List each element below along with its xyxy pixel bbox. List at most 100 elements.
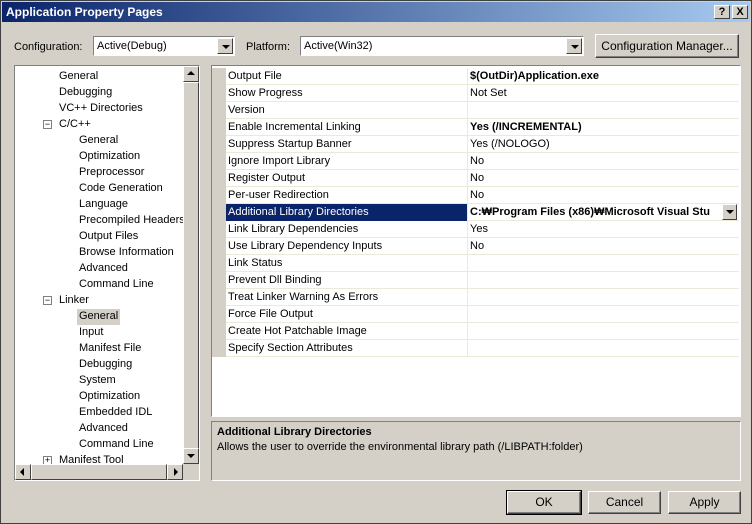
row-gutter	[212, 136, 226, 153]
chevron-down-icon	[187, 454, 195, 458]
property-row[interactable]: Treat Linker Warning As Errors	[212, 289, 739, 306]
scroll-up-button[interactable]	[183, 66, 199, 82]
tree-vertical-scrollbar[interactable]	[183, 66, 199, 464]
tree-item[interactable]: Code Generation	[77, 181, 165, 197]
property-value[interactable]: $(OutDir)Application.exe	[470, 70, 735, 82]
property-value[interactable]: No	[470, 172, 735, 184]
property-row[interactable]: Version	[212, 102, 739, 119]
tree-item[interactable]: Linker	[57, 293, 91, 309]
scroll-left-button[interactable]	[15, 464, 31, 480]
ok-button[interactable]: OK	[506, 490, 582, 515]
property-grid[interactable]: Output File $(OutDir)Application.exe Show …	[211, 65, 741, 417]
property-value[interactable]: No	[470, 189, 735, 201]
property-row[interactable]: Link Library Dependencies Yes	[212, 221, 739, 238]
tree-item[interactable]: General	[77, 309, 121, 325]
configuration-manager-button[interactable]: Configuration Manager...	[595, 34, 739, 58]
tree-item[interactable]: Debugging	[57, 85, 114, 101]
chevron-left-icon	[20, 468, 24, 476]
platform-dropdown[interactable]: Active(Win32)	[300, 36, 584, 56]
property-row[interactable]: Show Progress Not Set	[212, 85, 739, 102]
help-button[interactable]: ?	[714, 5, 730, 19]
cancel-button[interactable]: Cancel	[588, 491, 661, 514]
property-row[interactable]: Additional Library Directories C:₩Program…	[212, 204, 739, 221]
description-text: Allows the user to override the environm…	[217, 441, 583, 453]
close-button[interactable]: X	[732, 5, 748, 19]
row-gutter	[212, 187, 226, 204]
tree-item[interactable]: Debugging	[77, 357, 134, 373]
chevron-right-icon	[174, 468, 178, 476]
property-value[interactable]: Yes (/NOLOGO)	[470, 138, 735, 150]
tree-item[interactable]: Advanced	[77, 261, 130, 277]
property-row[interactable]: Register Output No	[212, 170, 739, 187]
scroll-right-button[interactable]	[167, 464, 183, 480]
property-row[interactable]: Create Hot Patchable Image	[212, 323, 739, 340]
apply-button[interactable]: Apply	[668, 491, 741, 514]
property-name: Use Library Dependency Inputs	[228, 240, 383, 252]
row-gutter	[212, 221, 226, 238]
tree-item[interactable]: Optimization	[77, 389, 142, 405]
property-row[interactable]: Per-user Redirection No	[212, 187, 739, 204]
tree-item[interactable]: Advanced	[77, 421, 130, 437]
property-row[interactable]: Suppress Startup Banner Yes (/NOLOGO)	[212, 136, 739, 153]
collapse-icon[interactable]: −	[43, 120, 52, 129]
category-tree[interactable]: General Debugging VC++ Directories − C/C++ Ge…	[14, 65, 200, 481]
platform-dropdown-button[interactable]	[566, 38, 582, 54]
tree-item[interactable]: Manifest File	[77, 341, 143, 357]
tree-scroll-thumb[interactable]	[183, 82, 199, 450]
tree-item[interactable]: Command Line	[77, 437, 156, 453]
property-row[interactable]: Output File $(OutDir)Application.exe	[212, 68, 739, 85]
tree-item[interactable]: Browse Information	[77, 245, 176, 261]
tree-item[interactable]: Optimization	[77, 149, 142, 165]
tree-item[interactable]: Input	[77, 325, 105, 341]
property-row[interactable]: Ignore Import Library No	[212, 153, 739, 170]
tree-hscroll-thumb[interactable]	[31, 464, 167, 480]
property-row[interactable]: Link Status	[212, 255, 739, 272]
column-separator	[467, 306, 468, 323]
collapse-icon[interactable]: −	[43, 296, 52, 305]
value-dropdown-button[interactable]	[722, 204, 737, 220]
configuration-label: Configuration:	[14, 41, 83, 53]
row-gutter	[212, 289, 226, 306]
chevron-down-icon	[726, 210, 734, 214]
tree-horizontal-scrollbar[interactable]	[15, 464, 183, 480]
configuration-dropdown-button[interactable]	[217, 38, 233, 54]
row-gutter	[212, 85, 226, 102]
property-name: Output File	[228, 70, 282, 82]
row-gutter	[212, 68, 226, 85]
property-name: Per-user Redirection	[228, 189, 329, 201]
property-value[interactable]: No	[470, 240, 735, 252]
tree-item[interactable]: General	[57, 69, 100, 85]
property-row[interactable]: Prevent Dll Binding	[212, 272, 739, 289]
tree-item[interactable]: Output Files	[77, 229, 140, 245]
property-row[interactable]: Enable Incremental Linking Yes (/INCREMEN…	[212, 119, 739, 136]
column-separator	[467, 136, 468, 153]
property-value[interactable]: Not Set	[470, 87, 735, 99]
property-row[interactable]: Specify Section Attributes	[212, 340, 739, 357]
tree-item[interactable]: System	[77, 373, 118, 389]
configuration-dropdown[interactable]: Active(Debug)	[93, 36, 235, 56]
property-name: Link Status	[228, 257, 283, 269]
tree-item[interactable]: C/C++	[57, 117, 93, 133]
scroll-down-button[interactable]	[183, 448, 199, 464]
column-separator	[467, 102, 468, 119]
property-name: Treat Linker Warning As Errors	[228, 291, 379, 303]
tree-item[interactable]: Preprocessor	[77, 165, 146, 181]
column-separator	[467, 340, 468, 357]
row-gutter	[212, 323, 226, 340]
property-row[interactable]: Use Library Dependency Inputs No	[212, 238, 739, 255]
tree-item[interactable]: Language	[77, 197, 130, 213]
tree-item[interactable]: Precompiled Headers	[77, 213, 187, 229]
property-row[interactable]: Force File Output	[212, 306, 739, 323]
tree-item[interactable]: VC++ Directories	[57, 101, 145, 117]
column-separator	[467, 221, 468, 238]
tree-item[interactable]: Command Line	[77, 277, 156, 293]
title-bar[interactable]: Application Property Pages ? X	[2, 2, 750, 22]
property-name: Prevent Dll Binding	[228, 274, 322, 286]
chevron-down-icon	[571, 45, 579, 49]
tree-item[interactable]: General	[77, 133, 120, 149]
property-value[interactable]: Yes	[470, 223, 735, 235]
property-value[interactable]: No	[470, 155, 735, 167]
tree-item[interactable]: Embedded IDL	[77, 405, 154, 421]
property-value[interactable]: C:₩Program Files (x86)₩Microsoft Visual …	[470, 206, 720, 218]
property-value[interactable]: Yes (/INCREMENTAL)	[470, 121, 735, 133]
